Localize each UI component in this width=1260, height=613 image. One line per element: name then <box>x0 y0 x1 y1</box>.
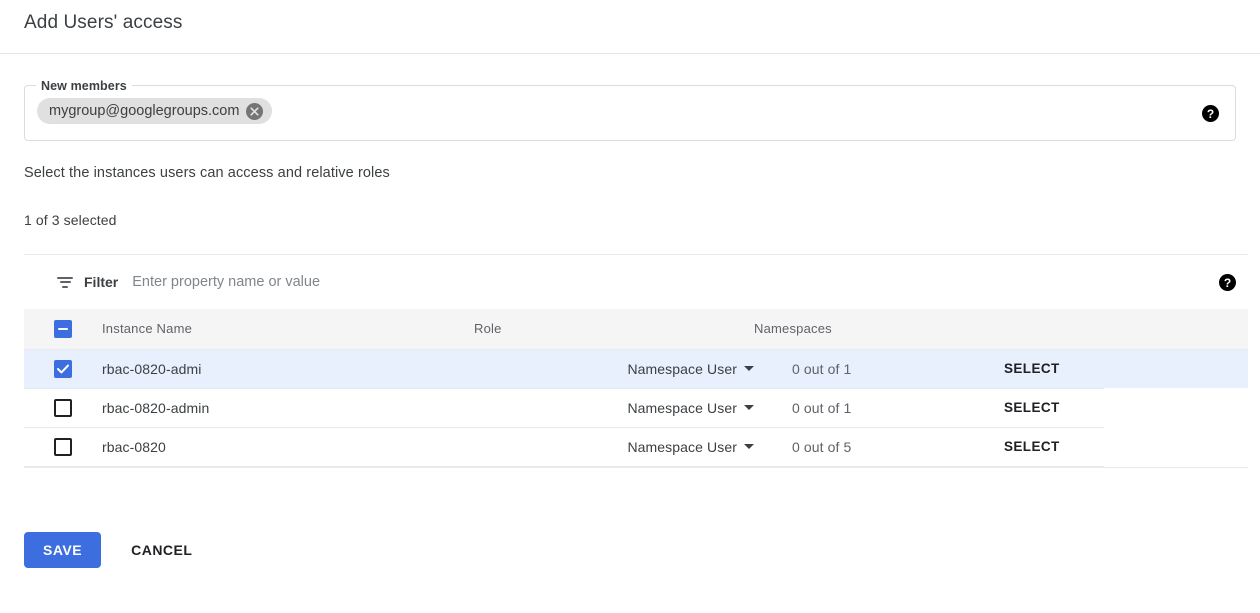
close-circle-icon[interactable] <box>246 103 263 120</box>
new-members-label: New members <box>36 78 132 94</box>
cancel-button[interactable]: CANCEL <box>123 532 200 568</box>
column-header-namespaces[interactable]: Namespaces <box>754 309 1004 349</box>
member-chip-label: mygroup@googlegroups.com <box>49 103 239 119</box>
chevron-down-icon <box>744 444 754 449</box>
page-title: Add Users' access <box>24 10 182 36</box>
instances-table: Instance Name Role Namespaces <box>24 309 1248 467</box>
instruction-text: Select the instances users can access an… <box>24 165 390 181</box>
table-body: rbac-0820-admi Namespace User 0 out of 1… <box>24 349 1248 466</box>
add-users-access-dialog: Add Users' access New members mygroup@go… <box>0 0 1260 613</box>
filter-label: Filter <box>84 274 118 290</box>
column-header-instance-name[interactable]: Instance Name <box>102 309 474 349</box>
table-header: Instance Name Role Namespaces <box>24 309 1248 349</box>
select-namespaces-button[interactable]: SELECT <box>1004 427 1104 466</box>
cell-namespaces: 0 out of 1 <box>754 388 1004 427</box>
role-dropdown-value: Namespace User <box>627 361 737 377</box>
row-checkbox-cell <box>24 388 102 427</box>
title-divider <box>0 53 1260 54</box>
filter-icon[interactable] <box>56 273 74 291</box>
new-members-field[interactable]: New members mygroup@googlegroups.com ? <box>24 85 1236 141</box>
cell-spacer <box>1104 388 1248 427</box>
selection-summary: 1 of 3 selected <box>24 212 117 228</box>
role-dropdown-value: Namespace User <box>627 400 737 416</box>
select-all-checkbox[interactable] <box>54 320 72 338</box>
select-namespaces-button[interactable]: SELECT <box>1004 349 1104 388</box>
role-dropdown[interactable]: Namespace User <box>627 361 754 377</box>
help-icon[interactable]: ? <box>1202 105 1219 122</box>
dialog-actions: SAVE CANCEL <box>24 532 200 568</box>
column-header-spacer <box>1104 309 1248 349</box>
row-checkbox[interactable] <box>54 399 72 417</box>
cell-instance-name: rbac-0820-admin <box>102 388 474 427</box>
chevron-down-icon <box>744 405 754 410</box>
role-dropdown[interactable]: Namespace User <box>627 439 754 455</box>
select-all-header-cell <box>24 309 102 349</box>
role-dropdown[interactable]: Namespace User <box>627 400 754 416</box>
table-row[interactable]: rbac-0820 Namespace User 0 out of 5 SELE… <box>24 427 1248 466</box>
cell-role: Namespace User <box>474 427 754 466</box>
cell-namespaces: 0 out of 1 <box>754 349 1004 388</box>
cell-instance-name: rbac-0820 <box>102 427 474 466</box>
table-row[interactable]: rbac-0820-admin Namespace User 0 out of … <box>24 388 1248 427</box>
filter-bar: Filter ? <box>24 255 1248 309</box>
save-button[interactable]: SAVE <box>24 532 101 568</box>
cell-spacer <box>1104 349 1248 388</box>
column-header-role[interactable]: Role <box>474 309 754 349</box>
row-checkbox[interactable] <box>54 360 72 378</box>
filter-input[interactable] <box>132 274 652 290</box>
cell-role: Namespace User <box>474 349 754 388</box>
table-row[interactable]: rbac-0820-admi Namespace User 0 out of 1… <box>24 349 1248 388</box>
instances-table-card: Filter ? Instance Name Role Namespaces <box>24 254 1248 468</box>
help-icon[interactable]: ? <box>1219 274 1236 291</box>
select-namespaces-button[interactable]: SELECT <box>1004 388 1104 427</box>
cell-instance-name: rbac-0820-admi <box>102 349 474 388</box>
member-chip[interactable]: mygroup@googlegroups.com <box>37 98 272 124</box>
cell-spacer <box>1104 427 1248 466</box>
cell-role: Namespace User <box>474 388 754 427</box>
chevron-down-icon <box>744 366 754 371</box>
table-header-row: Instance Name Role Namespaces <box>24 309 1248 349</box>
row-checkbox-cell <box>24 349 102 388</box>
role-dropdown-value: Namespace User <box>627 439 737 455</box>
row-checkbox[interactable] <box>54 438 72 456</box>
cell-namespaces: 0 out of 5 <box>754 427 1004 466</box>
column-header-select <box>1004 309 1104 349</box>
row-checkbox-cell <box>24 427 102 466</box>
